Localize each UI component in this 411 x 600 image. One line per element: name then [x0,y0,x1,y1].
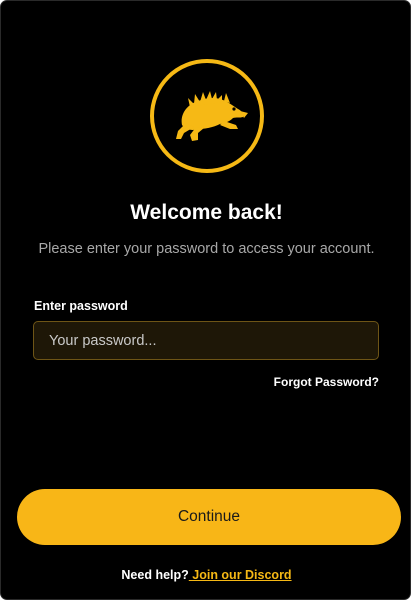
boar-icon [176,91,248,141]
logo [150,59,264,173]
help-text: Need help? [121,568,189,582]
help-footer: Need help? Join our Discord [1,568,410,582]
discord-link[interactable]: Join our Discord [189,568,291,582]
password-input[interactable] [34,322,378,359]
login-card: Welcome back! Please enter your password… [0,0,411,600]
page-subtitle: Please enter your password to access you… [38,241,375,257]
password-label: Enter password [34,299,128,313]
password-field-container [33,321,379,360]
page-title: Welcome back! [130,201,283,224]
forgot-password-link[interactable]: Forgot Password? [274,375,379,389]
continue-button[interactable]: Continue [17,489,401,545]
